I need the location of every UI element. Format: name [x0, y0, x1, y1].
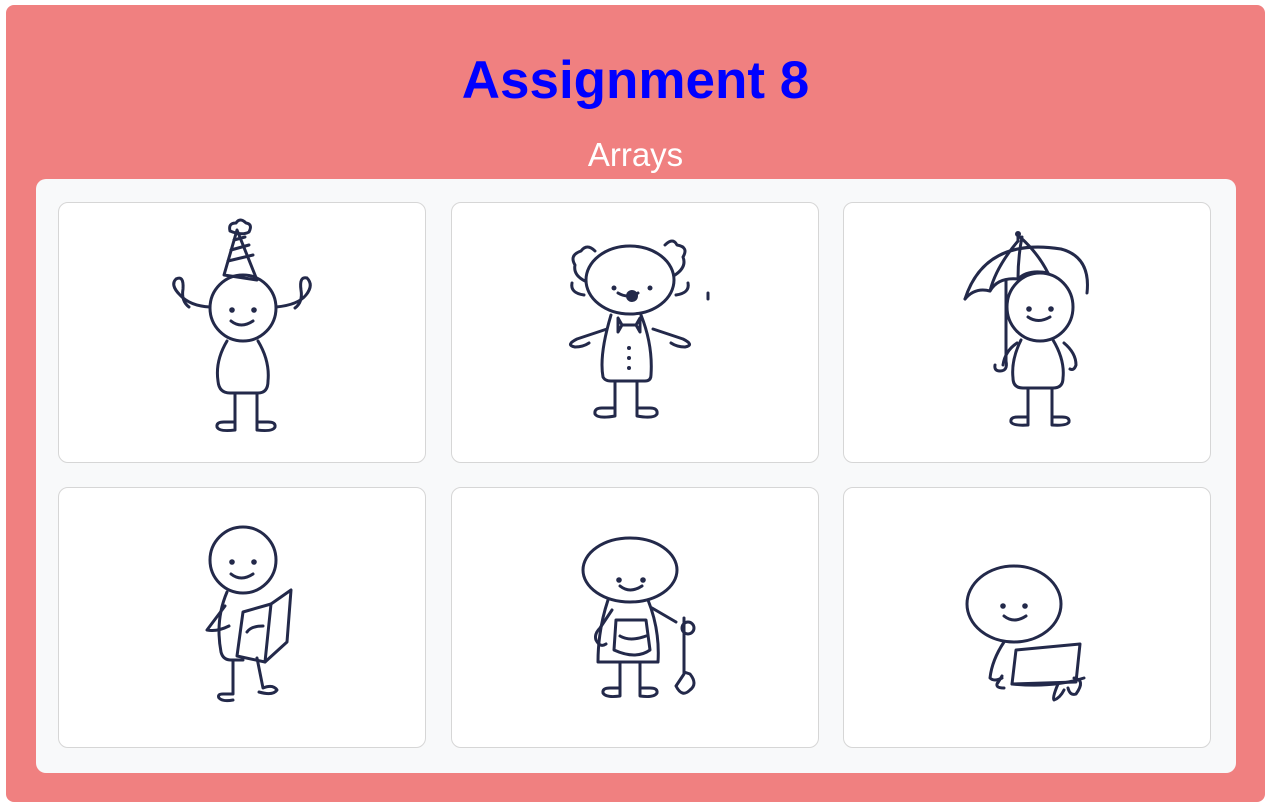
gallery-card[interactable] [451, 202, 819, 463]
gallery-card[interactable] [58, 487, 426, 748]
gallery-card[interactable] [451, 487, 819, 748]
page-title: Assignment 8 [461, 51, 810, 110]
gallery-card[interactable] [843, 487, 1211, 748]
image-gallery [36, 179, 1236, 773]
stick-figure-umbrella-icon [963, 231, 1089, 427]
stick-figure-party-hat-icon [172, 218, 312, 433]
stick-figure-reading-book-icon [205, 525, 293, 703]
stick-figure-laptop-icon [965, 564, 1086, 702]
gallery-card[interactable] [843, 202, 1211, 463]
gallery-card[interactable] [58, 202, 426, 463]
stick-figure-gardener-shovel-icon [581, 536, 696, 699]
page-panel: Assignment 8 Arrays [6, 5, 1265, 802]
page-subtitle: Arrays [587, 136, 684, 173]
stick-figure-clown-icon [569, 239, 710, 419]
